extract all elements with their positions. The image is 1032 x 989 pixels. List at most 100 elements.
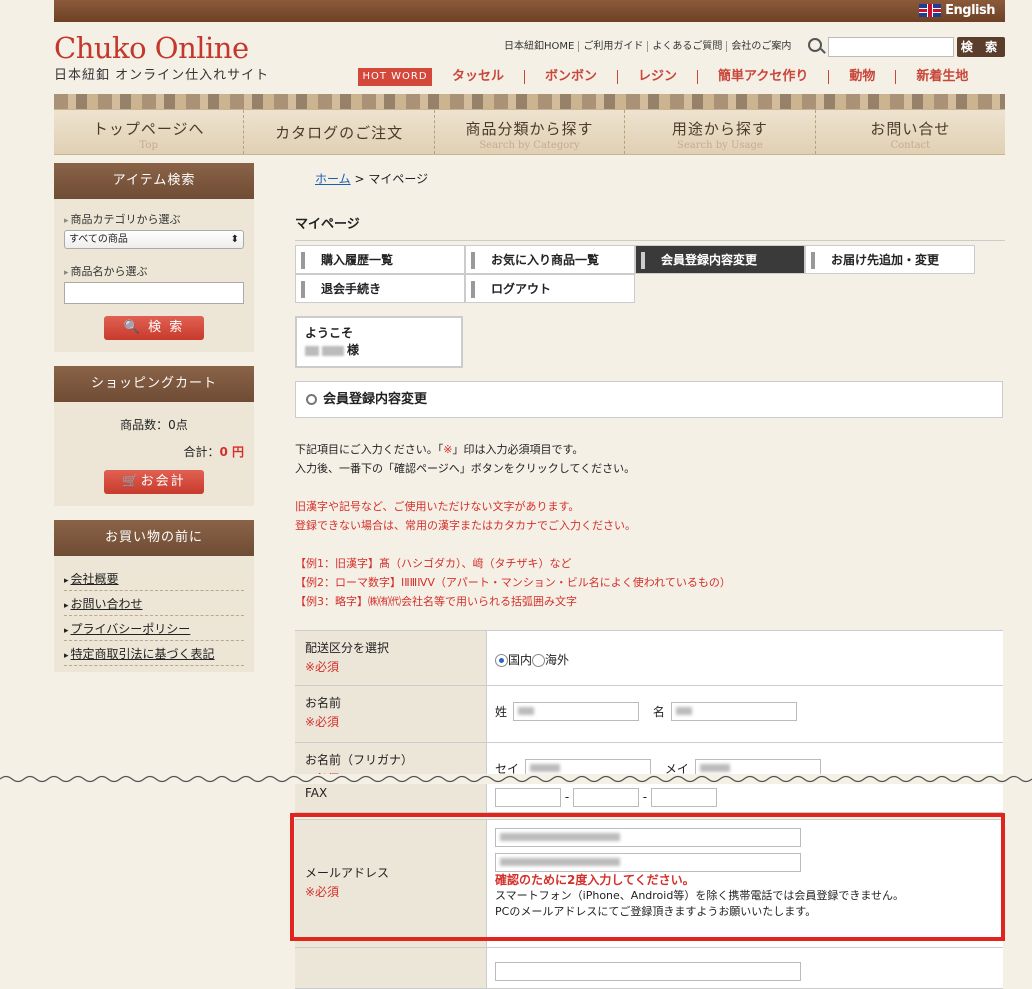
example-text: 【例1：旧漢字】髙（ハシゴダカ）、﨑（タチザキ）など: [295, 557, 572, 570]
cut-line: [0, 774, 1032, 784]
fax-input-3[interactable]: [650, 788, 717, 807]
nav-contact[interactable]: お問い合せ Contact: [814, 110, 1005, 154]
language-label: English: [945, 3, 995, 18]
cart-count: 商品数：0点: [120, 418, 188, 432]
intro-text: 」印は入力必須項目です。: [452, 443, 584, 456]
warning-text: 旧漢字や記号など、ご使用いただけない文字があります。: [295, 500, 580, 513]
utility-links: 日本紐釦HOME ご利用ガイド よくあるご質問 会社のご案内: [504, 41, 795, 52]
nav-category[interactable]: 商品分類から探す Search by Category: [433, 110, 624, 154]
link-legal[interactable]: 特定商取引法に基づく表記: [64, 641, 244, 666]
hot-word-pompom[interactable]: ボンボン: [524, 70, 617, 84]
before-shopping-panel: お買い物の前に 会社概要 お問い合わせ プライバシーポリシー 特定商取引法に基づ…: [54, 520, 254, 672]
hot-word-new-fabric[interactable]: 新着生地: [895, 70, 988, 84]
breadcrumb: ホーム > マイページ: [315, 170, 1005, 187]
logo-title: Chuko Online: [54, 31, 249, 65]
hot-word-accessory[interactable]: 簡単アクセ作り: [697, 70, 828, 84]
global-nav: トップページへ Top カタログのご注文 商品分類から探す Search by …: [54, 109, 1005, 155]
main-content: ホーム > マイページ マイページ 購入履歴一覧 お気に入り商品一覧 会員登録内…: [295, 170, 1005, 802]
top-bar: English: [54, 0, 1005, 22]
nav-label: お問い合せ: [870, 120, 951, 138]
util-link-guide[interactable]: ご利用ガイド: [578, 41, 647, 52]
nav-label: トップページへ: [92, 120, 205, 138]
tab-purchase-history[interactable]: 購入履歴一覧: [295, 245, 465, 274]
sidebar-search-button[interactable]: 🔍 検 索: [104, 316, 204, 340]
required-mark: ※必須: [305, 715, 340, 729]
util-link-company[interactable]: 会社のご案内: [726, 41, 795, 52]
domestic-label: 国内: [508, 653, 533, 667]
category-select[interactable]: すべての商品: [64, 230, 244, 249]
welcome-label: ようこそ: [305, 326, 354, 340]
sidebar: アイテム検索 商品カテゴリから選ぶ すべての商品 商品名から選ぶ 🔍 検 索 シ…: [54, 163, 254, 686]
hot-word-tassel[interactable]: タッセル: [432, 70, 524, 84]
example-text: 【例3：略字】㈱㈲㈹会社名等で用いられる括弧囲み文字: [295, 595, 577, 608]
product-name-label: 商品名から選ぶ: [64, 263, 244, 279]
nav-label: 商品分類から探す: [465, 120, 594, 138]
last-name-input[interactable]: [513, 702, 640, 721]
row-name: お名前 ※必須 姓 名: [295, 686, 1003, 743]
tab-withdraw[interactable]: 退会手続き: [295, 274, 465, 303]
nav-top[interactable]: トップページへ Top: [54, 110, 243, 154]
overseas-label: 海外: [545, 653, 570, 667]
row-delivery: 配送区分を選択 ※必須 国内 海外: [295, 631, 1003, 686]
radio-domestic[interactable]: [495, 654, 508, 667]
intro-text: 入力後、一番下の「確認ページへ」ボタンをクリックしてください。: [295, 462, 636, 475]
warning-text: 登録できない場合は、常用の漢字またはカタカナでご入力ください。: [295, 519, 636, 532]
category-label: 商品カテゴリから選ぶ: [64, 211, 244, 227]
hot-word-label: HOT WORD: [358, 68, 432, 86]
link-company[interactable]: 会社概要: [64, 566, 244, 591]
tab-delivery[interactable]: お届け先追加・変更: [805, 245, 975, 274]
row-label: お名前 ※必須: [295, 686, 487, 742]
page-title: マイページ: [295, 213, 1005, 241]
util-link-faq[interactable]: よくあるご質問: [647, 41, 726, 52]
row-label: FAX: [295, 784, 487, 812]
row-value: - -: [487, 784, 1003, 812]
cart-panel: ショッピングカート 商品数：0点 合計：0 円 🛒お会計: [54, 366, 254, 506]
nav-usage[interactable]: 用途から探す Search by Usage: [624, 110, 814, 154]
nav-sublabel: Contact: [890, 140, 931, 151]
cart-total-label: 合計：: [183, 445, 220, 459]
kana-label: お名前（フリガナ）: [305, 753, 414, 767]
breadcrumb-home[interactable]: ホーム: [315, 172, 351, 186]
next-field-input[interactable]: [495, 962, 801, 981]
panel-title: お買い物の前に: [54, 520, 254, 556]
header-search-input[interactable]: [828, 37, 954, 57]
radio-overseas[interactable]: [532, 654, 546, 667]
row-fax: FAX - -: [295, 784, 1003, 813]
name-label: お名前: [305, 696, 342, 710]
language-switch[interactable]: English: [919, 3, 995, 18]
fax-input-1[interactable]: [495, 788, 561, 807]
nav-sublabel: Search by Usage: [677, 140, 763, 151]
util-link-home[interactable]: 日本紐釦HOME: [504, 41, 578, 52]
item-search-panel: アイテム検索 商品カテゴリから選ぶ すべての商品 商品名から選ぶ 🔍 検 索: [54, 163, 254, 352]
tab-member-info[interactable]: 会員登録内容変更: [635, 245, 805, 274]
uk-flag-icon: [919, 4, 942, 17]
panel-title: ショッピングカート: [54, 366, 254, 402]
nav-catalog[interactable]: カタログのご注文: [243, 110, 433, 154]
row-value: 姓 名: [487, 686, 1003, 742]
checkout-label: お会計: [140, 474, 186, 489]
header-search-button[interactable]: 検 索: [957, 37, 1005, 57]
link-privacy[interactable]: プライバシーポリシー: [64, 616, 244, 641]
breadcrumb-current: > マイページ: [354, 172, 429, 186]
tab-favorites[interactable]: お気に入り商品一覧: [465, 245, 635, 274]
nav-sublabel: Top: [139, 140, 158, 151]
fax-input-2[interactable]: [572, 788, 639, 807]
fax-label: FAX: [305, 786, 328, 800]
first-name-input[interactable]: [670, 702, 797, 721]
checkout-button[interactable]: 🛒お会計: [104, 470, 204, 494]
hot-word-animal[interactable]: 動物: [828, 70, 895, 84]
search-icon: [808, 38, 822, 52]
site-logo[interactable]: Chuko Online 日本紐釦 オンライン仕入れサイト: [54, 32, 269, 83]
product-name-input[interactable]: [64, 282, 244, 304]
cart-icon: 🛒: [122, 474, 141, 489]
welcome-box: ようこそ 様: [295, 316, 463, 368]
example-text: 【例2：ローマ数字】ⅠⅡⅢⅣⅤ（アパート・マンション・ビル名によく使われているも…: [295, 576, 731, 589]
intro-text: 下記項目にご入力ください。「: [295, 443, 444, 456]
form-instructions: 下記項目にご入力ください。「※」印は入力必須項目です。 入力後、一番下の「確認ペ…: [295, 440, 731, 611]
link-contact[interactable]: お問い合わせ: [64, 591, 244, 616]
delivery-label: 配送区分を選択: [305, 641, 390, 655]
nav-sublabel: Search by Category: [479, 140, 580, 151]
search-icon: 🔍: [123, 320, 142, 335]
tab-logout[interactable]: ログアウト: [465, 274, 635, 303]
hot-word-resin[interactable]: レジン: [617, 70, 697, 84]
